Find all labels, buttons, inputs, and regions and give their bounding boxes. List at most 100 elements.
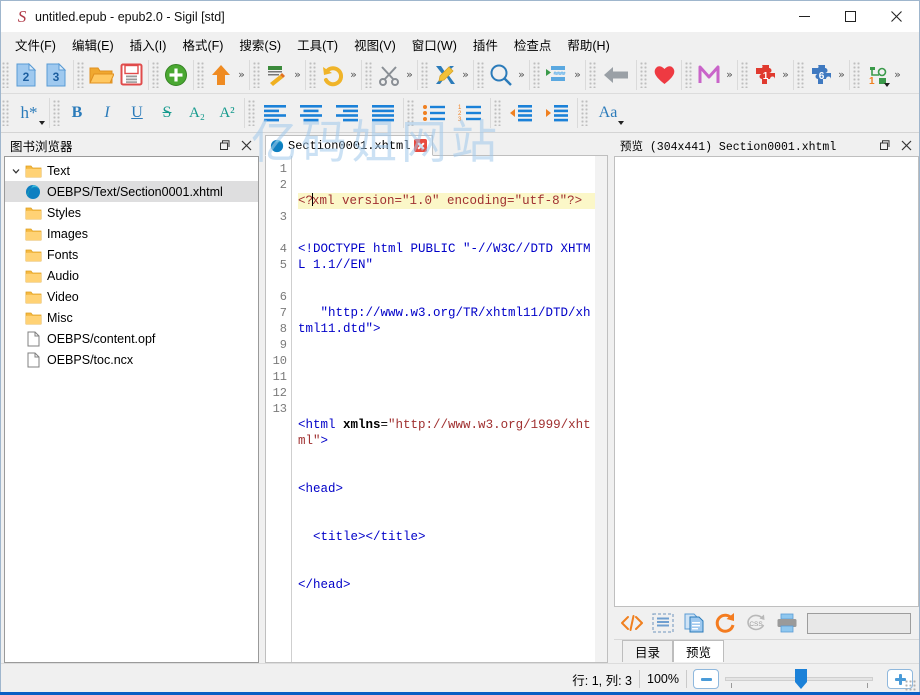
toolbar-overflow-chevron[interactable]: » — [404, 60, 415, 90]
casing-button[interactable]: Aa — [590, 98, 626, 128]
menu-edit[interactable]: 编辑(E) — [64, 33, 122, 56]
tree-folder-styles[interactable]: Styles — [5, 202, 258, 223]
toc-generate-button[interactable] — [542, 60, 572, 90]
align-right-button[interactable] — [329, 98, 365, 128]
code-editor-area[interactable]: 1 2 3 4 5 6 7 8 9 10 11 12 13 <?xml vers… — [265, 156, 608, 663]
preview-render-area[interactable] — [614, 156, 919, 607]
italic-button[interactable]: I — [92, 98, 122, 128]
print-button[interactable] — [772, 609, 801, 637]
toolbar-overflow-chevron[interactable]: » — [892, 60, 903, 90]
underline-button[interactable]: U — [122, 98, 152, 128]
toolbar-grip[interactable] — [533, 61, 541, 88]
find-replace-button[interactable] — [486, 60, 516, 90]
toolbar-grip[interactable] — [741, 61, 749, 88]
close-icon[interactable] — [900, 139, 913, 152]
toolbar-overflow-chevron[interactable]: » — [292, 60, 303, 90]
toolbar-grip[interactable] — [365, 61, 373, 88]
align-center-button[interactable] — [293, 98, 329, 128]
add-file-button[interactable] — [161, 60, 191, 90]
menu-view[interactable]: 视图(V) — [346, 33, 404, 56]
toolbar-overflow-chevron[interactable]: » — [572, 60, 583, 90]
menu-insert[interactable]: 插入(I) — [122, 33, 175, 56]
select-all-button[interactable] — [648, 609, 677, 637]
editor-tab-section0001[interactable]: Section0001.xhtml — [265, 135, 434, 156]
dropdown-caret-icon[interactable] — [39, 121, 45, 125]
tree-folder-text[interactable]: Text — [5, 160, 258, 181]
tree-folder-audio[interactable]: Audio — [5, 265, 258, 286]
code-content[interactable]: <?xml version="1.0" encoding="utf-8"?> <… — [292, 156, 595, 662]
tree-folder-fonts[interactable]: Fonts — [5, 244, 258, 265]
menu-format[interactable]: 格式(F) — [174, 33, 231, 56]
new-epub3-button[interactable]: 3 — [41, 60, 71, 90]
toolbar-grip[interactable] — [477, 61, 485, 88]
toolbar-grip[interactable] — [421, 61, 429, 88]
toolbar-grip[interactable] — [77, 61, 85, 88]
outdent-button[interactable] — [503, 98, 539, 128]
zoom-out-button[interactable] — [693, 669, 719, 689]
resize-grip[interactable] — [905, 680, 917, 692]
undock-icon[interactable] — [218, 139, 231, 152]
heading-dropdown[interactable]: h* — [11, 98, 47, 128]
menu-checkpoints[interactable]: 检查点 — [506, 33, 560, 56]
tree-file-section0001[interactable]: OEBPS/Text/Section0001.xhtml — [5, 181, 258, 202]
menu-plugins[interactable]: 插件 — [465, 33, 506, 56]
metadata-editor-button[interactable] — [262, 60, 292, 90]
align-left-button[interactable] — [257, 98, 293, 128]
toolbar-grip[interactable] — [407, 100, 415, 126]
book-browser-tree[interactable]: Text OEBPS/Text/Section0001.xhtml Styles… — [4, 156, 259, 663]
strikethrough-button[interactable]: S — [152, 98, 182, 128]
plugin6-button[interactable]: 6 — [806, 60, 836, 90]
spellcheck-button[interactable] — [430, 60, 460, 90]
toolbar-grip[interactable] — [589, 61, 597, 88]
toolbar-grip[interactable] — [494, 100, 502, 126]
minimize-icon[interactable] — [781, 1, 827, 32]
close-icon[interactable] — [240, 139, 253, 152]
toolbar-overflow-chevron[interactable]: » — [516, 60, 527, 90]
tree-file-toc-ncx[interactable]: OEBPS/toc.ncx — [5, 349, 258, 370]
preview-search-input[interactable] — [807, 612, 911, 634]
plugin1-button[interactable]: 1 — [750, 60, 780, 90]
heart-button[interactable] — [649, 60, 679, 90]
tree-folder-misc[interactable]: Misc — [5, 307, 258, 328]
align-justify-button[interactable] — [365, 98, 401, 128]
toolbar-grip[interactable] — [2, 100, 10, 126]
menu-window[interactable]: 窗口(W) — [404, 33, 465, 56]
tree-folder-video[interactable]: Video — [5, 286, 258, 307]
menu-tools[interactable]: 工具(T) — [289, 33, 346, 56]
undo-button[interactable] — [318, 60, 348, 90]
tree-folder-images[interactable]: Images — [5, 223, 258, 244]
toolbar-grip[interactable] — [640, 61, 648, 88]
toolbar-grip[interactable] — [248, 100, 256, 126]
new-epub2-button[interactable]: 2 — [11, 60, 41, 90]
toolbar-grip[interactable] — [853, 61, 861, 88]
toolbar-overflow-chevron[interactable]: » — [460, 60, 471, 90]
bold-button[interactable]: B — [62, 98, 92, 128]
menu-help[interactable]: 帮助(H) — [559, 33, 617, 56]
dropdown-caret-icon[interactable] — [884, 82, 890, 87]
back-button[interactable] — [598, 60, 634, 90]
toolbar-overflow-chevron[interactable]: » — [724, 60, 735, 90]
toolbar-grip[interactable] — [797, 61, 805, 88]
tab-toc[interactable]: 目录 — [622, 640, 674, 662]
code-view-button[interactable] — [617, 609, 646, 637]
numbered-list-button[interactable]: 1 2 3 — [452, 98, 488, 128]
toolbar-grip[interactable] — [581, 100, 589, 126]
zoom-slider[interactable] — [725, 669, 873, 689]
chevron-down-icon[interactable] — [9, 166, 23, 176]
upload-button[interactable] — [206, 60, 236, 90]
bullet-list-button[interactable] — [416, 98, 452, 128]
toolbar-grip[interactable] — [197, 61, 205, 88]
superscript-button[interactable]: A² — [212, 98, 242, 128]
close-tab-icon[interactable] — [414, 139, 428, 152]
zoom-slider-handle[interactable] — [795, 669, 807, 689]
toolbar-grip[interactable] — [685, 61, 693, 88]
toolbar-grip[interactable] — [152, 61, 160, 88]
menu-search[interactable]: 搜索(S) — [231, 33, 289, 56]
tab-preview[interactable]: 预览 — [673, 640, 725, 662]
toolbar-overflow-chevron[interactable]: » — [236, 60, 247, 90]
open-button[interactable] — [86, 60, 116, 90]
toolbar-grip[interactable] — [2, 61, 10, 88]
maximize-icon[interactable] — [827, 1, 873, 32]
dropdown-caret-icon[interactable] — [618, 121, 624, 125]
toolbar-grip[interactable] — [253, 61, 261, 88]
